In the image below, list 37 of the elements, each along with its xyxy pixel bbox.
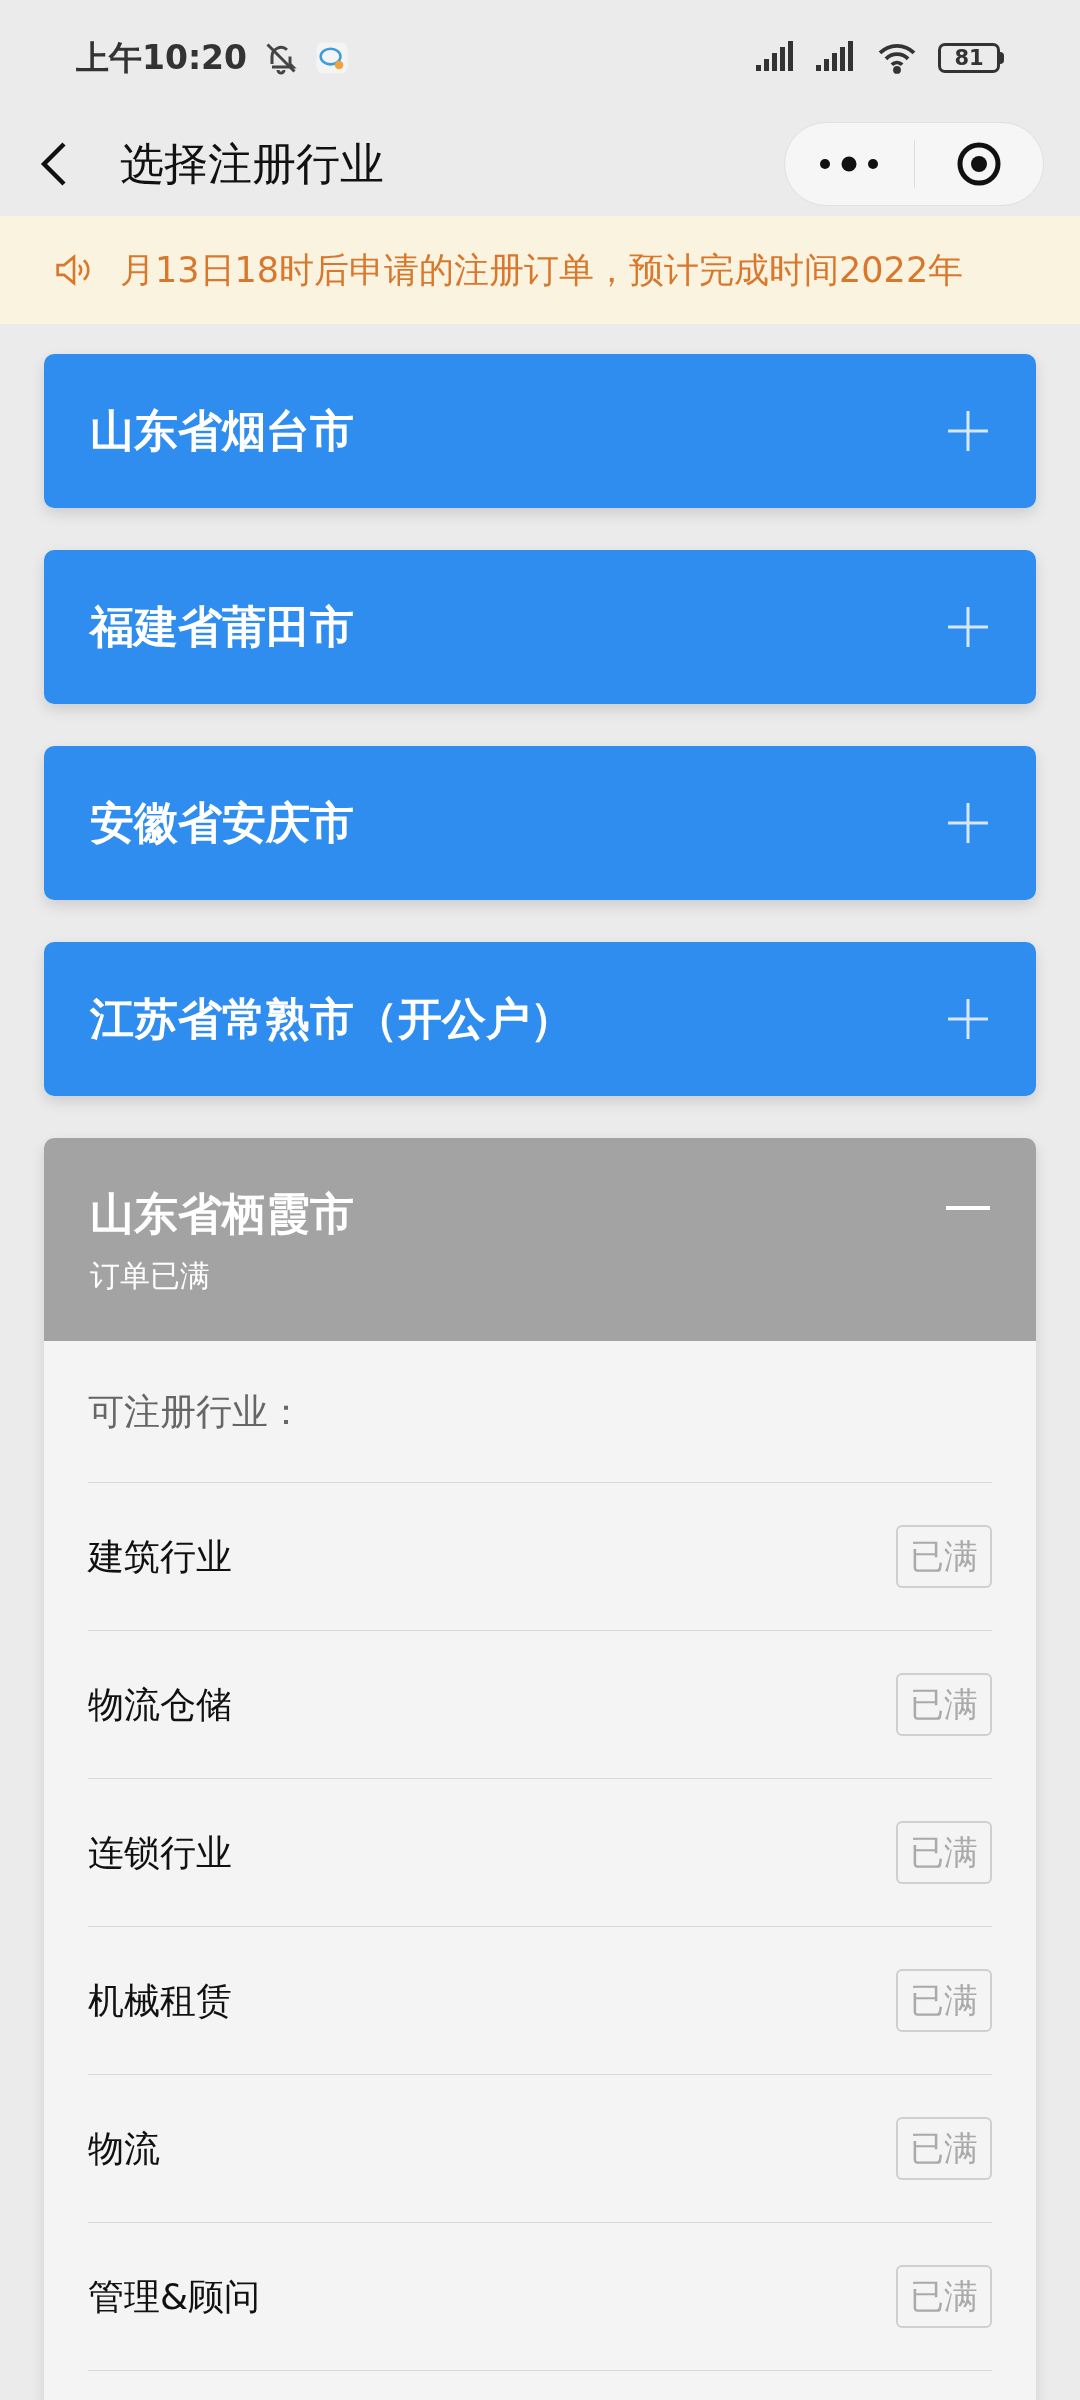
plus-icon	[946, 997, 990, 1041]
section-label: 可注册行业：	[88, 1389, 304, 1434]
region-header[interactable]: 安徽省安庆市	[44, 746, 1036, 900]
plus-icon	[946, 801, 990, 845]
region-name: 福建省莆田市	[90, 600, 354, 654]
full-tag: 已满	[896, 2265, 992, 2328]
region-header[interactable]: 福建省莆田市	[44, 550, 1036, 704]
chat-icon	[315, 41, 350, 75]
region-header[interactable]: 江苏省常熟市（开公户）	[44, 942, 1036, 1096]
industry-name: 连锁行业	[88, 1830, 232, 1875]
region-header[interactable]: 山东省栖霞市 订单已满	[44, 1138, 1036, 1341]
industry-name: 建筑行业	[88, 1534, 232, 1579]
page-title: 选择注册行业	[120, 137, 384, 191]
region-header[interactable]: 山东省烟台市	[44, 354, 1036, 508]
full-tag: 已满	[896, 1969, 992, 2032]
full-tag: 已满	[896, 2117, 992, 2180]
wifi-icon	[876, 41, 918, 75]
industry-name: 管理&顾问	[88, 2274, 261, 2319]
plus-icon	[946, 605, 990, 649]
region-name: 江苏省常熟市（开公户）	[90, 992, 574, 1046]
region-name: 山东省栖霞市	[90, 1187, 354, 1241]
industry-name: 机械租赁	[88, 1978, 232, 2023]
notice-text: 月13日18时后申请的注册订单，预计完成时间2022年	[120, 248, 964, 292]
region-status: 订单已满	[90, 1257, 211, 1295]
back-icon[interactable]	[40, 140, 68, 188]
close-icon[interactable]	[955, 141, 1002, 187]
full-tag: 已满	[896, 1821, 992, 1884]
bell-muted-icon	[263, 40, 300, 76]
industry-name: 物流	[88, 2126, 160, 2171]
region-name: 安徽省安庆市	[90, 796, 354, 850]
status-time: 上午10:20	[76, 37, 248, 80]
full-tag: 已满	[896, 1525, 992, 1588]
region-name: 山东省烟台市	[90, 404, 354, 458]
industry-name: 物流仓储	[88, 1682, 232, 1727]
full-tag: 已满	[896, 1673, 992, 1736]
minus-icon	[946, 1206, 990, 1212]
plus-icon	[946, 409, 990, 453]
